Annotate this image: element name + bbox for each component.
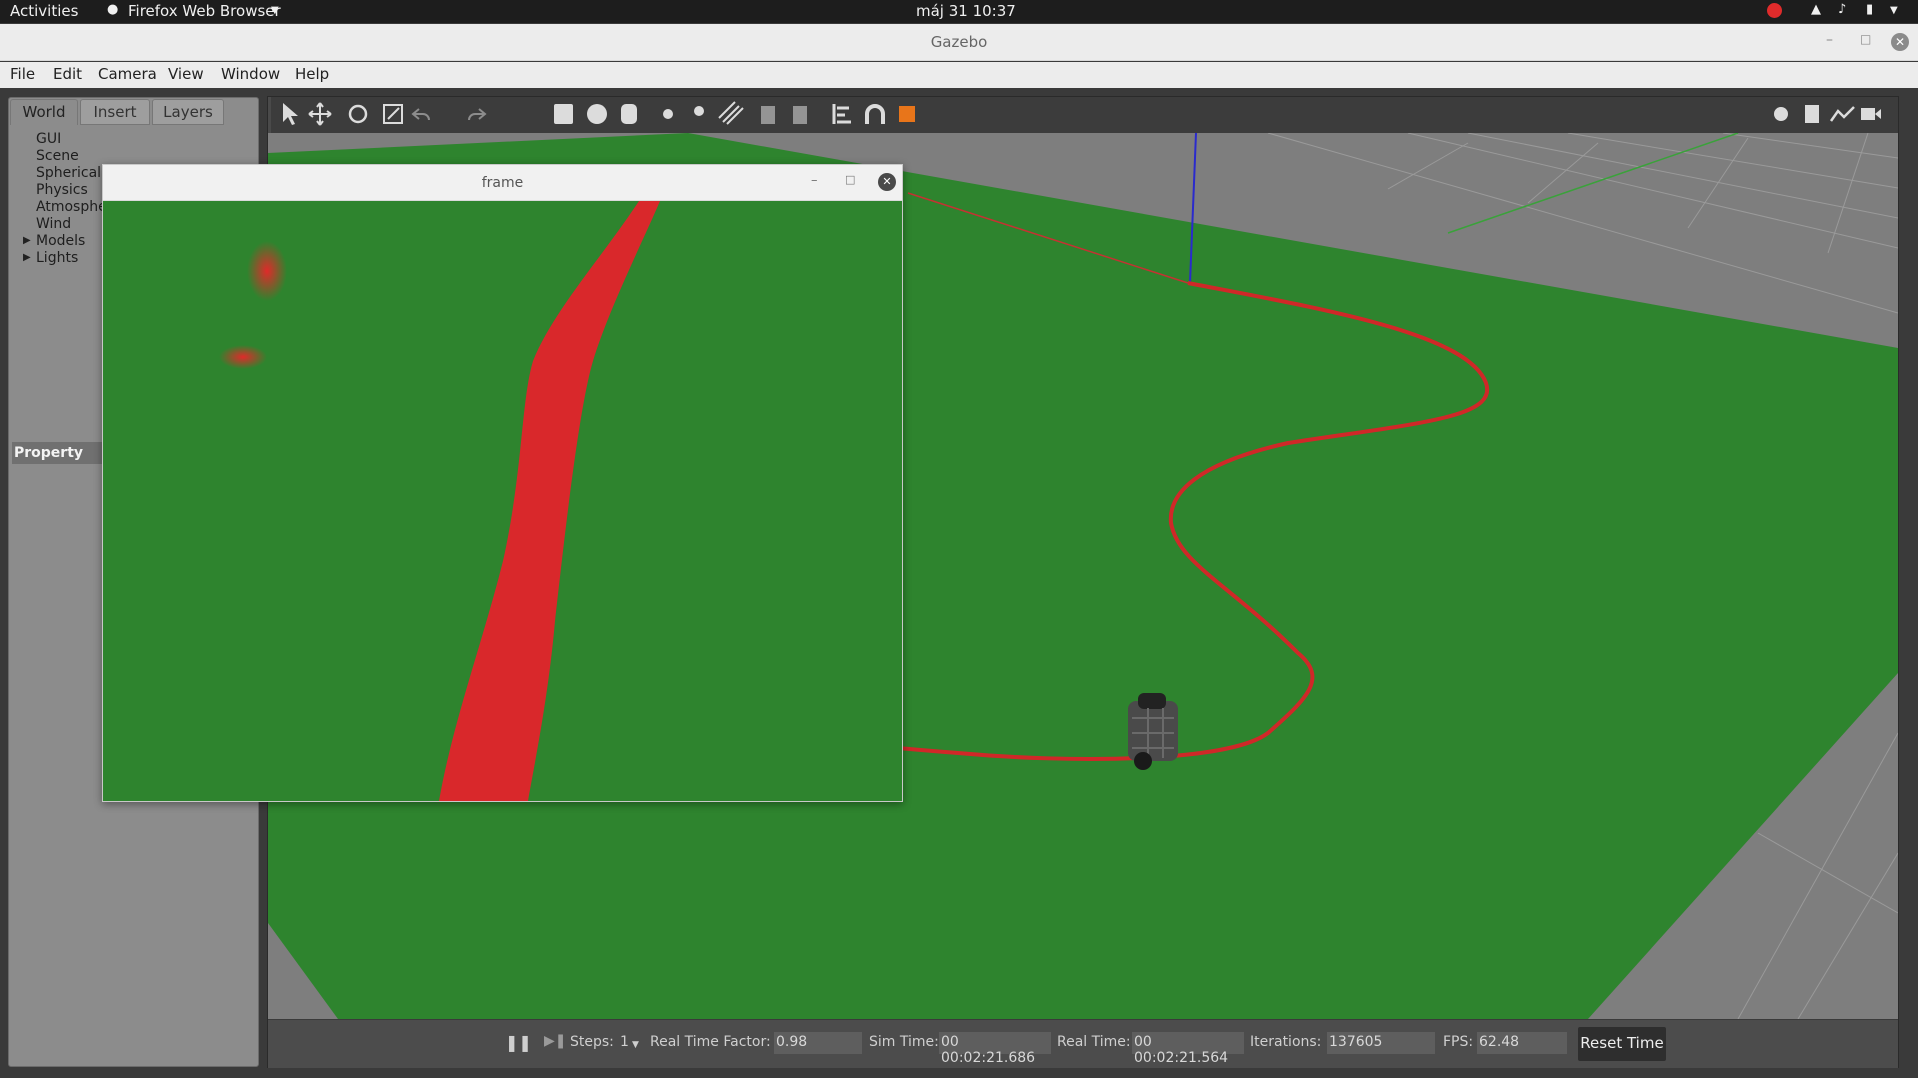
- frame-window[interactable]: frame – □ ✕: [102, 164, 903, 802]
- do-not-disturb-icon[interactable]: [1767, 3, 1782, 18]
- window-titlebar: Gazebo – □ ✕: [0, 24, 1918, 61]
- app-menu[interactable]: Firefox Web Browser: [128, 2, 281, 20]
- reset-time-button[interactable]: Reset Time: [1578, 1027, 1666, 1061]
- menu-camera[interactable]: Camera: [98, 65, 157, 83]
- iterations-label: Iterations:: [1250, 1034, 1322, 1050]
- frame-minimize-icon[interactable]: –: [811, 173, 818, 188]
- volume-icon[interactable]: ♪: [1838, 2, 1846, 17]
- box-shape-icon: [554, 104, 573, 124]
- real-time-factor-label: Real Time Factor:: [650, 1034, 771, 1050]
- tree-item-models[interactable]: Models: [36, 233, 85, 249]
- select-arrow-icon: [283, 103, 298, 125]
- real-time-factor-value: 0.98: [774, 1032, 862, 1054]
- battery-icon[interactable]: ▮: [1866, 2, 1873, 17]
- steps-spin-icon[interactable]: ▼: [632, 1040, 639, 1050]
- network-icon[interactable]: ▲: [1811, 2, 1821, 17]
- tree-item-physics[interactable]: Physics: [36, 182, 88, 198]
- menu-view[interactable]: View: [168, 65, 204, 83]
- frame-maximize-icon[interactable]: □: [845, 173, 855, 186]
- undo-icon: [411, 108, 430, 121]
- tree-item-atmosphere[interactable]: Atmosphe: [36, 199, 107, 215]
- system-menu-chevron-icon[interactable]: ▼: [1890, 5, 1898, 16]
- red-blob: [219, 345, 267, 369]
- cylinder-shape-icon: [621, 104, 637, 124]
- system-top-bar: Activities ● Firefox Web Browser ▼ máj 3…: [0, 0, 1918, 23]
- toolbar-icons: [283, 101, 1881, 126]
- menu-help[interactable]: Help: [295, 65, 329, 83]
- maximize-icon[interactable]: □: [1860, 32, 1871, 46]
- sim-time-value: 00 00:02:21.686: [939, 1032, 1051, 1066]
- align-icon: [832, 104, 851, 124]
- viewport-toolbar: [271, 97, 1898, 133]
- tree-item-wind[interactable]: Wind: [36, 216, 71, 232]
- video-record-icon: [1861, 108, 1875, 120]
- robot-model: [1128, 693, 1178, 770]
- scale-icon: [383, 104, 403, 124]
- tree-item-spherical[interactable]: Spherical: [36, 165, 101, 181]
- paste-icon: [793, 106, 807, 124]
- clock[interactable]: máj 31 10:37: [916, 2, 1016, 20]
- steps-value[interactable]: 1: [620, 1034, 629, 1050]
- expand-arrow-icon[interactable]: ▶: [23, 252, 31, 263]
- log-icon: [1805, 105, 1819, 123]
- copy-icon: [761, 106, 775, 124]
- tree-item-lights[interactable]: Lights: [36, 250, 78, 266]
- chevron-down-icon: ▼: [271, 5, 279, 16]
- sim-time-label: Sim Time:: [869, 1034, 939, 1050]
- property-header: Property: [12, 442, 102, 464]
- translate-icon: [308, 102, 332, 126]
- directional-light-icon: [718, 101, 744, 125]
- red-blob: [247, 241, 287, 301]
- expand-arrow-icon[interactable]: ▶: [23, 235, 31, 246]
- sphere-shape-icon: [587, 104, 607, 124]
- snap-magnet-icon: [865, 104, 885, 124]
- tree-item-scene[interactable]: Scene: [36, 148, 79, 164]
- point-light-icon: [663, 109, 673, 119]
- close-icon[interactable]: ✕: [1891, 33, 1909, 51]
- frame-close-icon[interactable]: ✕: [878, 173, 896, 191]
- steps-label: Steps:: [570, 1034, 614, 1050]
- minimize-icon[interactable]: –: [1826, 32, 1833, 48]
- tab-insert[interactable]: Insert: [80, 99, 150, 125]
- step-forward-icon[interactable]: ▶❚: [544, 1033, 567, 1049]
- camera-image: [103, 201, 902, 801]
- redo-icon: [468, 108, 487, 121]
- tree-item-gui[interactable]: GUI: [36, 131, 61, 147]
- activities-button[interactable]: Activities: [10, 2, 78, 20]
- iterations-value: 137605: [1327, 1032, 1435, 1054]
- fps-label: FPS:: [1443, 1034, 1474, 1050]
- menu-edit[interactable]: Edit: [53, 65, 82, 83]
- menu-file[interactable]: File: [10, 65, 35, 83]
- spot-light-icon: [694, 106, 704, 116]
- menu-bar: File Edit Camera View Window Help: [0, 62, 1918, 88]
- menu-window[interactable]: Window: [221, 65, 280, 83]
- frame-titlebar[interactable]: frame – □ ✕: [103, 165, 902, 201]
- fps-value: 62.48: [1477, 1032, 1567, 1054]
- real-time-value: 00 00:02:21.564: [1132, 1032, 1244, 1066]
- screenshot-icon: [1774, 107, 1788, 121]
- firefox-icon: ●: [107, 2, 119, 17]
- rotate-icon: [348, 104, 368, 124]
- change-view-icon: [899, 106, 915, 122]
- frame-title: frame: [481, 175, 524, 191]
- window-title: Gazebo: [930, 33, 988, 51]
- plot-icon: [1829, 106, 1855, 122]
- tab-world[interactable]: World: [10, 99, 78, 125]
- pause-icon[interactable]: ❚❚: [505, 1033, 532, 1052]
- real-time-label: Real Time:: [1057, 1034, 1131, 1050]
- tab-layers[interactable]: Layers: [152, 99, 224, 125]
